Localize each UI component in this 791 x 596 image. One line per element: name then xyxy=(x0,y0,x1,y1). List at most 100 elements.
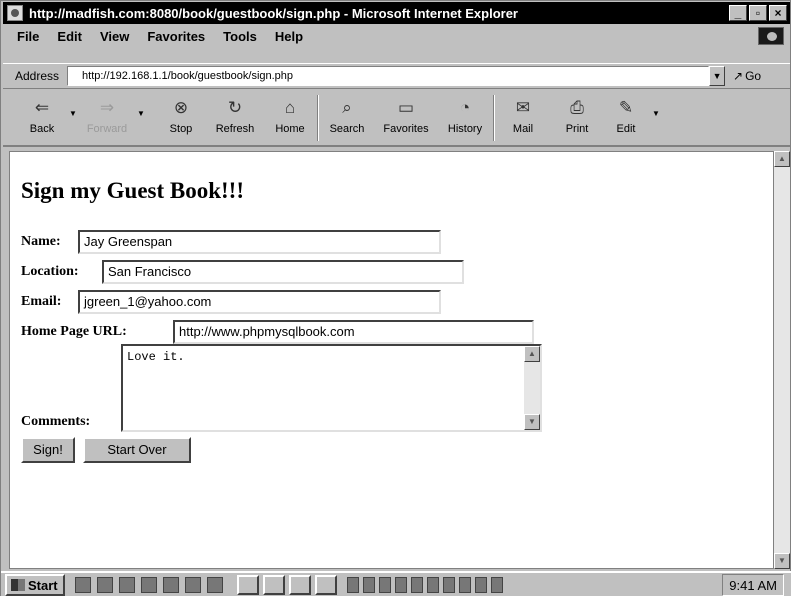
tray-icon[interactable] xyxy=(475,577,487,593)
ie-launch-icon[interactable] xyxy=(75,577,91,593)
comments-text: Love it. xyxy=(127,350,185,364)
menu-edit[interactable]: Edit xyxy=(57,29,82,44)
toolbar-more[interactable]: ▼ xyxy=(649,91,663,145)
taskbar: Start 9:41 AM xyxy=(1,571,791,596)
go-label: Go xyxy=(745,69,762,83)
ie-window-icon[interactable] xyxy=(7,5,23,21)
search-label: Search xyxy=(329,123,365,135)
app-launch-icon[interactable] xyxy=(141,577,157,593)
address-label: Address xyxy=(15,69,60,83)
search-button[interactable]: ⌕ Search xyxy=(319,91,375,145)
comments-label: Comments: xyxy=(21,414,91,429)
edit-icon: ✎ xyxy=(618,98,634,117)
app-launch-icon[interactable] xyxy=(185,577,201,593)
comments-textarea[interactable]: Love it. ▲ ▼ xyxy=(121,344,542,432)
sign-button[interactable]: Sign! xyxy=(21,437,75,463)
refresh-icon: ↻ xyxy=(227,98,243,117)
address-input[interactable]: http://192.168.1.1/book/guestbook/sign.p… xyxy=(67,66,710,86)
menu-favorites[interactable]: Favorites xyxy=(147,29,205,44)
back-button[interactable]: ⇐ Back xyxy=(17,91,67,145)
history-button[interactable]: ◔ History xyxy=(437,91,493,145)
mail-label: Mail xyxy=(512,123,534,135)
tray-icon[interactable] xyxy=(379,577,391,593)
start-label: Start xyxy=(28,577,58,593)
menu-bar: File Edit View Favorites Tools Help xyxy=(3,25,790,47)
menu-help[interactable]: Help xyxy=(275,29,303,44)
chevron-down-icon: ▼ xyxy=(69,109,77,118)
menu-view[interactable]: View xyxy=(100,29,129,44)
chevron-down-icon: ▼ xyxy=(137,109,145,118)
start-over-button[interactable]: Start Over xyxy=(83,437,191,463)
go-button[interactable]: ↗ Go xyxy=(733,69,761,83)
channels-launch-icon[interactable] xyxy=(119,577,135,593)
print-button[interactable]: ⎙ Print xyxy=(551,91,603,145)
edit-button[interactable]: ✎ Edit xyxy=(603,91,649,145)
name-input[interactable]: Jay Greenspan xyxy=(78,230,441,254)
stop-icon: ⊗ xyxy=(173,98,189,117)
tray-icon[interactable] xyxy=(491,577,503,593)
stop-button[interactable]: ⊗ Stop xyxy=(155,91,207,145)
taskbar-app-button[interactable] xyxy=(237,575,259,595)
name-label: Name: xyxy=(21,234,61,249)
tray-icon[interactable] xyxy=(363,577,375,593)
page-content: Sign my Guest Book!!! Name: Jay Greenspa… xyxy=(9,151,774,569)
address-bar: Address http://192.168.1.1/book/guestboo… xyxy=(3,63,790,89)
quick-launch xyxy=(75,577,223,593)
location-input[interactable]: San Francisco xyxy=(102,260,464,284)
tray-icon[interactable] xyxy=(395,577,407,593)
favorites-button[interactable]: ▭ Favorites xyxy=(375,91,437,145)
menu-file[interactable]: File xyxy=(17,29,39,44)
scroll-up-icon[interactable]: ▲ xyxy=(524,346,540,362)
outlook-launch-icon[interactable] xyxy=(97,577,113,593)
mail-icon: ✉ xyxy=(515,98,531,117)
page-title: Sign my Guest Book!!! xyxy=(21,178,244,203)
go-arrow-icon: ↗ xyxy=(733,69,744,83)
tray-icon[interactable] xyxy=(347,577,359,593)
tray-icon[interactable] xyxy=(459,577,471,593)
print-icon: ⎙ xyxy=(570,98,584,117)
chevron-down-icon: ▼ xyxy=(652,109,660,118)
forward-button[interactable]: ⇒ Forward xyxy=(79,91,135,145)
scroll-down-icon[interactable]: ▼ xyxy=(774,553,790,569)
address-dropdown-icon[interactable]: ▼ xyxy=(709,66,726,86)
back-dropdown[interactable]: ▼ xyxy=(67,91,79,145)
desktop-launch-icon[interactable] xyxy=(163,577,179,593)
forward-dropdown[interactable]: ▼ xyxy=(135,91,147,145)
taskbar-app-button[interactable] xyxy=(263,575,285,595)
title-bar: http://madfish.com:8080/book/guestbook/s… xyxy=(3,2,790,24)
taskbar-app-button[interactable] xyxy=(289,575,311,595)
scroll-up-icon[interactable]: ▲ xyxy=(774,151,790,167)
system-tray xyxy=(347,577,503,593)
tray-icon[interactable] xyxy=(427,577,439,593)
home-button[interactable]: ⌂ Home xyxy=(263,91,317,145)
taskbar-app-button[interactable] xyxy=(315,575,337,595)
windows-logo-icon xyxy=(11,579,25,591)
app-launch-icon[interactable] xyxy=(207,577,223,593)
maximize-button[interactable]: ▫ xyxy=(749,5,767,21)
menu-tools[interactable]: Tools xyxy=(223,29,257,44)
favorites-icon: ▭ xyxy=(397,98,415,117)
back-label: Back xyxy=(29,123,55,135)
close-button[interactable]: × xyxy=(769,5,787,21)
comments-scrollbar[interactable]: ▲ ▼ xyxy=(524,346,540,430)
search-icon: ⌕ xyxy=(342,98,352,117)
refresh-label: Refresh xyxy=(215,123,255,135)
email-label: Email: xyxy=(21,294,62,309)
forward-label: Forward xyxy=(86,123,128,135)
mail-button[interactable]: ✉ Mail xyxy=(495,91,551,145)
minimize-button[interactable]: _ xyxy=(729,5,747,21)
tray-icon[interactable] xyxy=(443,577,455,593)
stop-label: Stop xyxy=(169,123,193,135)
email-input[interactable]: jgreen_1@yahoo.com xyxy=(78,290,441,314)
url-label: Home Page URL: xyxy=(21,324,127,339)
home-label: Home xyxy=(275,123,305,135)
tray-icon[interactable] xyxy=(411,577,423,593)
standard-toolbar: ⇐ Back ▼ ⇒ Forward ▼ ⊗ Stop ↻ Refresh ⌂ … xyxy=(3,91,790,147)
scroll-down-icon[interactable]: ▼ xyxy=(524,414,540,430)
start-button[interactable]: Start xyxy=(5,574,65,596)
page-scrollbar[interactable]: ▲ ▼ xyxy=(774,151,790,569)
refresh-button[interactable]: ↻ Refresh xyxy=(207,91,263,145)
url-input[interactable]: http://www.phpmysqlbook.com xyxy=(173,320,534,344)
window-title: http://madfish.com:8080/book/guestbook/s… xyxy=(29,5,518,21)
history-label: History xyxy=(447,123,483,135)
